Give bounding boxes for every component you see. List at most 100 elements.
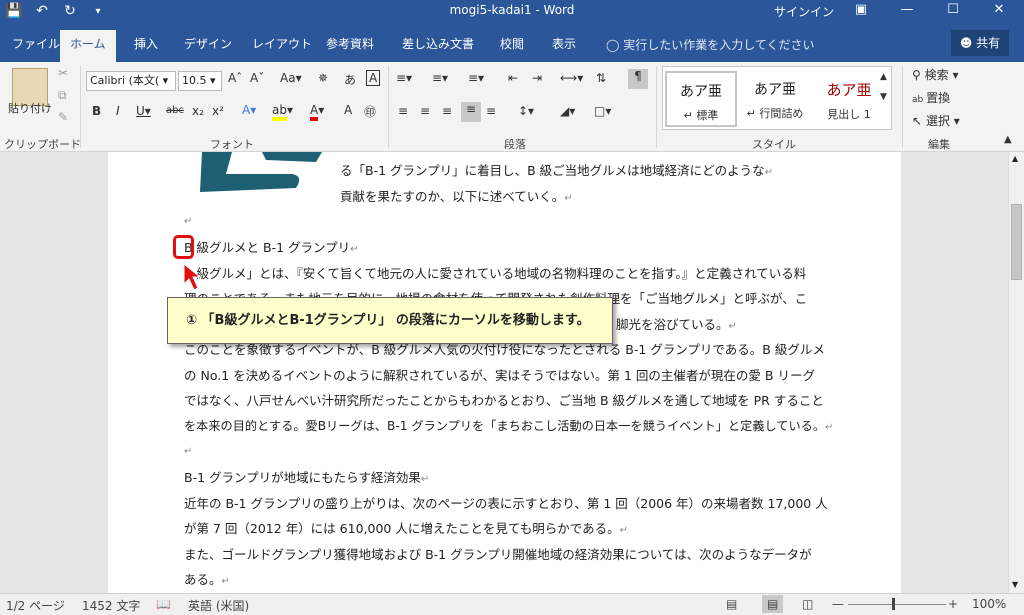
- phonetic-guide-icon[interactable]: あ: [344, 71, 356, 88]
- ribbon-home: 貼り付け ✂ ⧉ ✎ クリップボード Calibri (本文( ▾ 10.5 ▾…: [0, 62, 1024, 152]
- underline-icon[interactable]: U▾: [136, 104, 151, 118]
- ribbon-display-icon[interactable]: ▣: [838, 0, 884, 22]
- find-button[interactable]: ⚲ 検索 ▾: [912, 66, 958, 83]
- superscript-icon[interactable]: x²: [212, 104, 224, 118]
- proofing-icon[interactable]: 📖: [156, 597, 171, 611]
- font-name-combo[interactable]: Calibri (本文( ▾: [86, 71, 176, 91]
- shrink-font-icon[interactable]: Aˇ: [250, 71, 264, 85]
- tab-layout[interactable]: レイアウト: [242, 32, 322, 60]
- tab-mailings[interactable]: 差し込み文書: [392, 32, 484, 60]
- web-layout-icon[interactable]: ◫: [802, 597, 813, 611]
- styles-scroll-up-icon[interactable]: ▲: [880, 72, 887, 82]
- character-border-icon[interactable]: A: [366, 70, 381, 86]
- maximize-icon[interactable]: ☐: [930, 0, 976, 22]
- separator: [902, 66, 903, 148]
- styles-scroll-down-icon[interactable]: ▼: [880, 92, 887, 102]
- shading-icon[interactable]: ◢▾: [560, 104, 575, 118]
- align-right-icon[interactable]: ≡: [442, 104, 452, 118]
- style-heading-1[interactable]: あア亜 見出し 1: [813, 71, 885, 127]
- page-count[interactable]: 1/2 ページ: [6, 597, 65, 614]
- select-button[interactable]: ↖ 選択 ▾: [912, 112, 960, 129]
- grow-font-icon[interactable]: Aˆ: [228, 71, 242, 85]
- minimize-icon[interactable]: —: [884, 0, 930, 22]
- italic-icon[interactable]: I: [116, 104, 120, 118]
- close-icon[interactable]: ✕: [976, 0, 1022, 22]
- tab-references[interactable]: 参考資料: [316, 32, 384, 60]
- tab-home[interactable]: ホーム: [60, 30, 116, 62]
- tab-review[interactable]: 校閲: [490, 32, 534, 60]
- word-count[interactable]: 1452 文字: [82, 597, 140, 614]
- doc-line: 貢献を果たすのか、以下に述べていく。↵: [340, 189, 573, 204]
- heading-paragraph: B 級グルメと B-1 グランプリ↵: [184, 240, 359, 255]
- share-button[interactable]: ☻ 共有: [951, 30, 1009, 56]
- decrease-indent-icon[interactable]: ⇤: [508, 71, 518, 85]
- align-center-icon[interactable]: ≡: [420, 104, 430, 118]
- tab-view[interactable]: 表示: [542, 32, 586, 60]
- doc-line: の No.1 を決めるイベントのように解釈されているが、実はそうではない。第 1…: [184, 368, 815, 383]
- doc-line: ではなく、八戸せんべい汁研究所だったことからもわかるとおり、ご当地 B 級グルメ…: [184, 393, 824, 408]
- zoom-level[interactable]: 100%: [972, 597, 1006, 611]
- doc-line: る「B-1 グランプリ」に着目し、B 級ご当地グルメは地域経済にどのような↵: [340, 163, 774, 178]
- character-shading-icon[interactable]: A: [344, 103, 352, 117]
- heading-paragraph: B-1 グランプリが地域にもたらす経済効果↵: [184, 470, 430, 485]
- status-bar: 1/2 ページ 1452 文字 📖 英語 (米国) ▤ ▤ ◫ — + 100%: [0, 593, 1024, 615]
- align-left-icon[interactable]: ≡: [398, 104, 408, 118]
- tab-insert[interactable]: 挿入: [124, 32, 168, 60]
- scroll-up-icon[interactable]: ▲: [1012, 154, 1018, 163]
- style-no-spacing[interactable]: あア亜 ↵ 行間詰め: [739, 71, 811, 127]
- language-indicator[interactable]: 英語 (米国): [188, 597, 249, 614]
- zoom-slider[interactable]: [848, 604, 946, 605]
- strikethrough-icon[interactable]: abc: [166, 105, 184, 116]
- bullets-icon[interactable]: ≡▾: [396, 71, 412, 85]
- increase-indent-icon[interactable]: ⇥: [532, 71, 542, 85]
- zoom-slider-thumb[interactable]: [892, 598, 895, 610]
- red-arrow-icon: [183, 262, 202, 291]
- replace-button[interactable]: ab 置換: [912, 89, 950, 106]
- clear-formatting-icon[interactable]: ✵: [318, 71, 328, 85]
- cursor-icon: ↖: [912, 114, 926, 128]
- line-spacing-icon[interactable]: ↕▾: [518, 104, 534, 118]
- scrollbar-thumb[interactable]: [1011, 204, 1022, 280]
- highlight-color-icon[interactable]: ab▾: [272, 103, 293, 121]
- separator: [80, 66, 81, 148]
- collapse-ribbon-icon[interactable]: ▲: [1004, 134, 1012, 145]
- document-page[interactable]: る「B-1 グランプリ」に着目し、B 級ご当地グルメは地域経済にどのような↵ 貢…: [108, 152, 901, 593]
- read-mode-icon[interactable]: ▤: [726, 597, 737, 611]
- tell-me-box[interactable]: ◯ 実行したい作業を入力してください: [606, 36, 815, 53]
- doc-line: 脚光を浴びている。↵: [616, 317, 737, 332]
- separator: [388, 66, 389, 148]
- empty-paragraph: ↵: [184, 446, 193, 457]
- text-effects-icon[interactable]: A▾: [242, 103, 256, 117]
- copy-icon[interactable]: ⧉: [58, 88, 67, 103]
- vertical-scrollbar[interactable]: ▲ ▼: [1008, 152, 1024, 593]
- font-size-combo[interactable]: 10.5 ▾: [178, 71, 222, 91]
- zoom-out-icon[interactable]: —: [832, 597, 844, 611]
- cut-icon[interactable]: ✂: [58, 66, 68, 80]
- format-painter-icon[interactable]: ✎: [58, 110, 68, 124]
- asian-layout-icon[interactable]: ⟷▾: [560, 71, 583, 85]
- sort-icon[interactable]: ⇅: [596, 71, 606, 85]
- multilevel-list-icon[interactable]: ≡▾: [468, 71, 484, 85]
- print-layout-icon[interactable]: ▤: [762, 595, 784, 613]
- numbering-icon[interactable]: ≡▾: [432, 71, 448, 85]
- enclose-characters-icon[interactable]: ㊞: [364, 103, 376, 120]
- instruction-callout: ① 「B級グルメとB-1グランプリ」 の段落にカーソルを移動します。: [167, 297, 613, 344]
- doc-line: 近年の B-1 グランプリの盛り上がりは、次のページの表に示すとおり、第 1 回…: [184, 496, 828, 511]
- show-marks-icon[interactable]: ¶: [628, 69, 648, 89]
- signin-link[interactable]: サインイン: [774, 3, 834, 20]
- style-normal[interactable]: あア亜 ↵ 標準: [665, 71, 737, 127]
- zoom-in-icon[interactable]: +: [948, 597, 958, 611]
- change-case-icon[interactable]: Aa▾: [280, 71, 302, 85]
- bold-icon[interactable]: B: [92, 104, 101, 118]
- scroll-down-icon[interactable]: ▼: [1012, 580, 1018, 589]
- borders-icon[interactable]: □▾: [594, 104, 611, 118]
- justify-icon[interactable]: ≡: [461, 102, 481, 122]
- paste-button[interactable]: 貼り付け: [8, 100, 52, 116]
- font-color-icon[interactable]: A▾: [310, 103, 324, 121]
- paragraph-group-label: 段落: [504, 138, 526, 151]
- empty-paragraph: ↵: [184, 216, 193, 227]
- tab-design[interactable]: デザイン: [174, 32, 242, 60]
- distribute-icon[interactable]: ≡: [486, 104, 496, 118]
- subscript-icon[interactable]: x₂: [192, 104, 204, 118]
- styles-group-label: スタイル: [752, 138, 796, 151]
